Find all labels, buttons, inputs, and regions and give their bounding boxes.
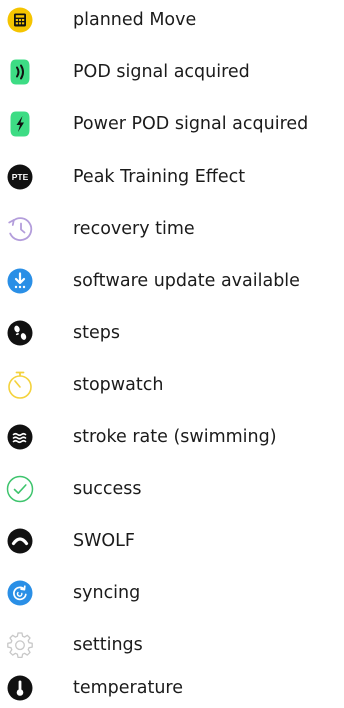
- list-item-label: POD signal acquired: [73, 62, 250, 82]
- list-item-recovery-time: recovery time: [0, 209, 344, 249]
- software-update-icon: [3, 261, 37, 301]
- list-item-software-update: software update available: [0, 261, 344, 301]
- syncing-icon: [3, 573, 37, 613]
- swolf-icon: [3, 521, 37, 561]
- success-icon: [3, 469, 37, 509]
- settings-icon: [3, 625, 37, 665]
- steps-icon: [3, 313, 37, 353]
- list-item-label: settings: [73, 635, 143, 655]
- power-pod-icon: [3, 104, 37, 144]
- list-item-syncing: syncing: [0, 573, 344, 613]
- list-item-power-pod-signal: Power POD signal acquired: [0, 104, 344, 144]
- pod-icon: [3, 52, 37, 92]
- list-item-steps: steps: [0, 313, 344, 353]
- list-item-stroke-rate: stroke rate (swimming): [0, 417, 344, 457]
- list-item-peak-training-effect: PTE Peak Training Effect: [0, 157, 344, 197]
- list-item-label: stroke rate (swimming): [73, 427, 277, 447]
- list-item-label: steps: [73, 323, 120, 343]
- stroke-rate-icon: [3, 417, 37, 457]
- list-item-label: SWOLF: [73, 531, 136, 551]
- list-item-planned-move: planned Move: [0, 0, 344, 40]
- list-item-label: planned Move: [73, 10, 197, 30]
- pte-icon: PTE: [3, 157, 37, 197]
- temperature-icon: [3, 668, 37, 708]
- list-item-label: software update available: [73, 271, 300, 291]
- list-item-label: Power POD signal acquired: [73, 114, 309, 134]
- list-item-label: syncing: [73, 583, 141, 603]
- list-item-settings: settings: [0, 625, 344, 665]
- list-item-success: success: [0, 469, 344, 509]
- list-item-label: success: [73, 479, 142, 499]
- planned-move-icon: [3, 0, 37, 40]
- list-item-label: temperature: [73, 678, 183, 698]
- stopwatch-icon: [3, 365, 37, 405]
- list-item-label: Peak Training Effect: [73, 167, 246, 187]
- pte-icon-text: PTE: [12, 172, 29, 182]
- icon-legend-list: planned Move POD signal acquired Power P…: [0, 0, 344, 708]
- list-item-temperature: temperature: [0, 668, 344, 708]
- list-item-label: stopwatch: [73, 375, 164, 395]
- recovery-time-icon: [3, 209, 37, 249]
- list-item-pod-signal: POD signal acquired: [0, 52, 344, 92]
- list-item-swolf: SWOLF: [0, 521, 344, 561]
- list-item-stopwatch: stopwatch: [0, 365, 344, 405]
- list-item-label: recovery time: [73, 219, 195, 239]
